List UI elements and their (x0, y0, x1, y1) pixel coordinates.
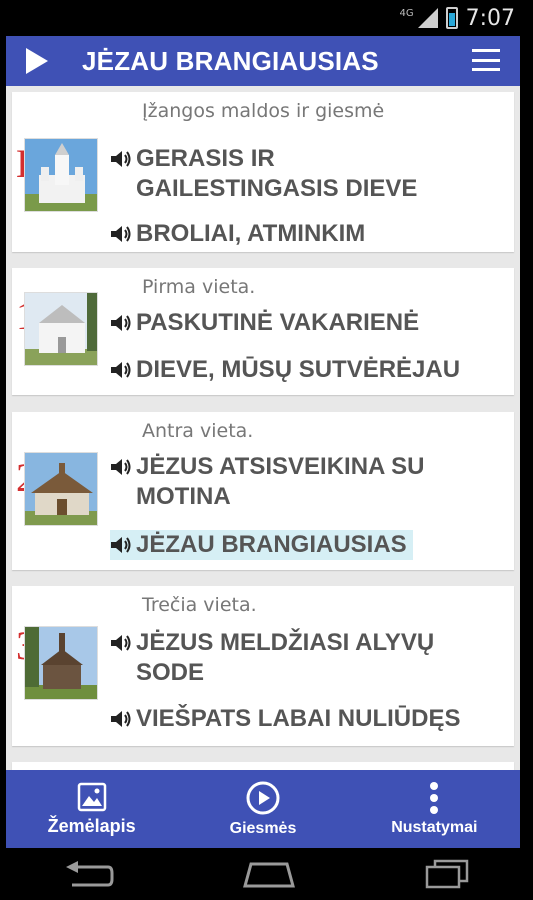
song-title: JĖZUS MELDŽIASI ALYVŲ SODE (136, 629, 435, 686)
speaker-icon (110, 144, 136, 174)
back-icon[interactable] (64, 859, 114, 889)
station-header: Antra vieta. (142, 420, 254, 442)
song-title: PASKUTINĖ VAKARIENĖ (136, 309, 420, 336)
signal-icon (417, 8, 438, 28)
song-item[interactable]: DIEVE, MŪSŲ SUTVĖRĖJAU (110, 355, 476, 385)
page-title: JĖZAU BRANGIAUSIAS (82, 45, 379, 76)
nav-settings[interactable]: Nustatymai (349, 770, 520, 848)
station-header: Pirma vieta. (142, 276, 256, 298)
song-item[interactable]: VIEŠPATS LABAI NULIŪDĘS (110, 704, 476, 734)
speaker-icon (110, 704, 136, 734)
nav-settings-label: Nustatymai (391, 819, 478, 836)
song-title: VIEŠPATS LABAI NULIŪDĘS (136, 705, 461, 732)
speaker-icon (110, 530, 136, 560)
song-title: BROLIAI, ATMINKIM (136, 220, 366, 247)
station-card-1: Pirma vieta. 1 PASKUTINĖ VAKARIENĖ DIEVE… (12, 268, 514, 395)
station-card-intro: Įžangos maldos ir giesmė B GERASIS IR GA… (12, 92, 514, 252)
church-thumbnail (24, 452, 98, 526)
song-title: JĖZAU BRANGIAUSIAS (136, 531, 407, 558)
station-header: Įžangos maldos ir giesmė (142, 100, 385, 122)
song-item[interactable]: PASKUTINĖ VAKARIENĖ (110, 308, 476, 338)
nav-map-label: Žemėlapis (47, 815, 136, 836)
station-list[interactable]: Įžangos maldos ir giesmė B GERASIS IR GA… (6, 86, 520, 770)
church-thumbnail (24, 626, 98, 700)
recents-icon[interactable] (425, 859, 469, 889)
home-icon[interactable] (241, 860, 297, 888)
map-icon (77, 782, 106, 811)
song-item[interactable]: BROLIAI, ATMINKIM (110, 219, 476, 249)
speaker-icon (110, 308, 136, 338)
song-title: JĖZUS ATSISVEIKINA SU MOTINA (136, 453, 425, 510)
nav-songs-label: Giesmės (229, 820, 297, 837)
network-type: 4G (399, 7, 414, 19)
nav-songs[interactable]: Giesmės (177, 770, 348, 848)
song-item[interactable]: JĖZUS MELDŽIASI ALYVŲ SODE (110, 628, 476, 688)
battery-icon (445, 7, 458, 29)
system-navigation-bar (0, 848, 533, 900)
song-item[interactable]: JĖZUS ATSISVEIKINA SU MOTINA (110, 452, 476, 512)
more-vert-icon (430, 782, 439, 814)
station-card-partial (12, 762, 514, 770)
status-bar: 4G 7:07 (0, 0, 533, 36)
nav-map[interactable]: Žemėlapis (6, 770, 177, 848)
church-thumbnail (24, 292, 98, 366)
speaker-icon (110, 219, 136, 249)
station-card-3: Trečia vieta. 3 JĖZUS MELDŽIASI ALYVŲ SO… (12, 586, 514, 746)
speaker-icon (110, 355, 136, 385)
church-thumbnail (24, 138, 98, 212)
menu-icon[interactable] (472, 49, 500, 71)
app-bar: JĖZAU BRANGIAUSIAS (6, 36, 520, 86)
song-item[interactable]: GERASIS IR GAILESTINGASIS DIEVE (110, 144, 476, 204)
song-item-active[interactable]: JĖZAU BRANGIAUSIAS (110, 530, 413, 560)
play-circle-icon (246, 781, 280, 815)
play-icon[interactable] (26, 48, 48, 74)
clock: 7:07 (465, 5, 515, 31)
speaker-icon (110, 452, 136, 482)
speaker-icon (110, 628, 136, 658)
bottom-navigation: Žemėlapis Giesmės Nustatymai (6, 770, 520, 848)
song-title: DIEVE, MŪSŲ SUTVĖRĖJAU (136, 356, 461, 383)
song-title: GERASIS IR GAILESTINGASIS DIEVE (136, 145, 418, 202)
station-header: Trečia vieta. (142, 594, 257, 616)
station-card-2: Antra vieta. 2 JĖZUS ATSISVEIKINA SU MOT… (12, 412, 514, 570)
